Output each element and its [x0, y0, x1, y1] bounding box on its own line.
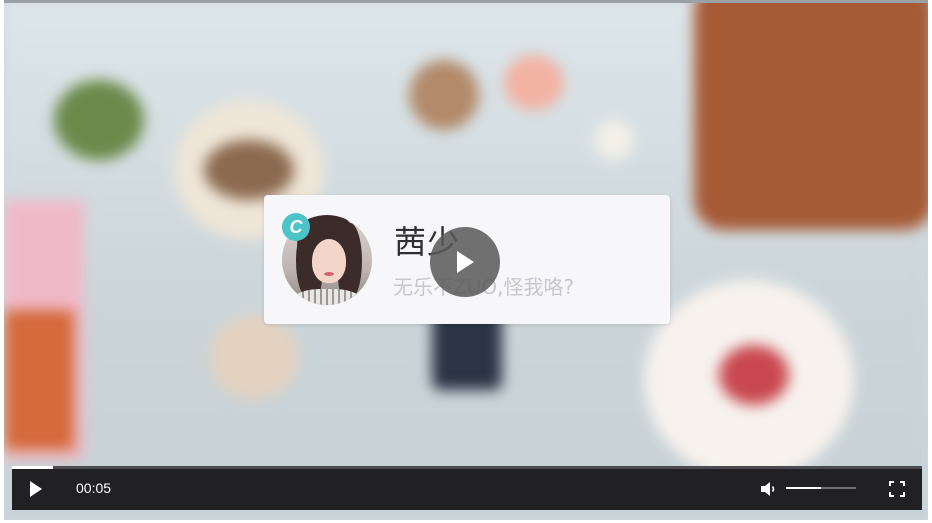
control-bar: 00:05 — [12, 466, 922, 510]
volume-icon — [761, 482, 775, 496]
background-notebook — [4, 310, 74, 450]
badge-icon: C — [282, 213, 310, 241]
current-time: 00:05 — [76, 480, 112, 496]
fullscreen-icon — [889, 481, 905, 497]
video-player[interactable]: C 茜少 无乐不ZUO,怪我咯? 00:05 — [4, 0, 928, 520]
play-button[interactable] — [28, 480, 44, 498]
background-plant — [54, 80, 144, 160]
play-icon — [30, 481, 42, 497]
background-macaron-brown — [409, 60, 479, 130]
fullscreen-button[interactable] — [888, 480, 906, 498]
background-macaron-pink — [504, 55, 564, 110]
volume-level — [786, 487, 821, 489]
background-cup-small — [594, 120, 634, 160]
progress-bar[interactable] — [12, 466, 922, 469]
background-coffee — [209, 315, 299, 400]
volume-button[interactable] — [760, 480, 778, 498]
top-edge — [4, 0, 928, 3]
big-play-button[interactable] — [430, 227, 500, 297]
background-cookies — [204, 140, 294, 200]
progress-fill — [12, 466, 53, 469]
volume-slider[interactable] — [786, 487, 856, 489]
play-icon — [457, 251, 474, 273]
background-dessert — [719, 345, 789, 405]
background-bag — [694, 0, 928, 230]
